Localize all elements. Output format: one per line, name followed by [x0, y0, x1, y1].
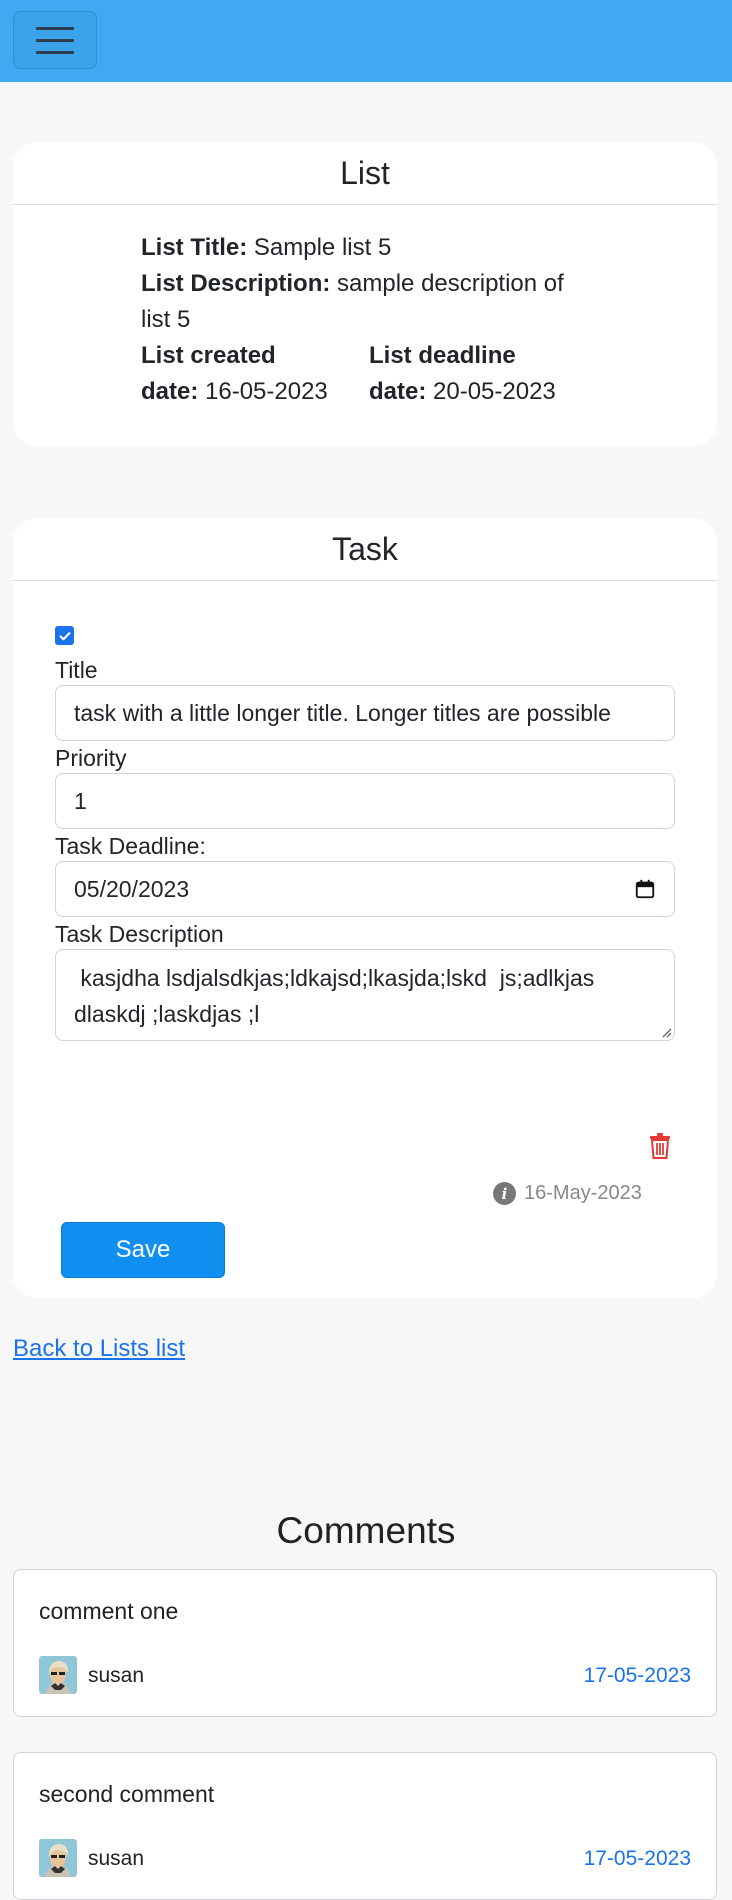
- hamburger-icon-bar: [36, 26, 74, 30]
- task-card-header: Task: [13, 518, 717, 581]
- task-created-meta: i 16-May-2023: [493, 1182, 642, 1205]
- comment-date[interactable]: 17-05-2023: [584, 1664, 691, 1688]
- comment-text: comment one: [39, 1598, 179, 1624]
- comment-card: second comment susan 17-05-2023: [13, 1752, 717, 1900]
- comment-text: second comment: [39, 1781, 215, 1807]
- list-card-header: List: [13, 142, 717, 205]
- list-deadline-value: 20-05-2023: [433, 378, 556, 405]
- task-created-date: 16-May-2023: [524, 1182, 642, 1204]
- list-created-value: 16-05-2023: [205, 378, 328, 405]
- list-created-date: List created date: 16-05-2023: [141, 338, 331, 410]
- list-deadline-date: List deadline date: 20-05-2023: [369, 338, 559, 410]
- list-card: List List Title: Sample list 5 List Desc…: [13, 142, 717, 446]
- trash-icon[interactable]: [649, 1132, 671, 1160]
- task-completed-checkbox[interactable]: [55, 626, 74, 645]
- list-deadline-label: List deadline: [369, 342, 516, 369]
- info-icon[interactable]: i: [493, 1182, 516, 1205]
- task-priority-input[interactable]: 1: [55, 773, 675, 829]
- checkmark-icon: [59, 631, 70, 640]
- list-title-row: List Title: Sample list 5: [141, 230, 581, 266]
- comment-card: comment one susan 17-05-2023: [13, 1569, 717, 1717]
- comment-author: susan: [88, 1847, 145, 1870]
- list-deadline-label-suffix: date:: [369, 378, 427, 405]
- comment-date[interactable]: 17-05-2023: [584, 1847, 691, 1871]
- comment-author: susan: [88, 1664, 145, 1687]
- task-description-textarea[interactable]: kasjdha lsdjalsdkjas;ldkajsd;lkasjda;lsk…: [55, 949, 675, 1041]
- calendar-icon[interactable]: [634, 878, 656, 900]
- list-title-value: Sample list 5: [253, 234, 392, 261]
- task-title-input[interactable]: task with a little longer title. Longer …: [55, 685, 675, 741]
- task-deadline-label: Task Deadline:: [55, 833, 206, 859]
- task-title-label: Title: [55, 657, 98, 683]
- task-priority-label: Priority: [55, 745, 127, 771]
- navbar: [0, 0, 732, 82]
- list-dates: List created date: 16-05-2023 List deadl…: [141, 338, 581, 410]
- resize-handle-icon[interactable]: [660, 1026, 672, 1038]
- hamburger-icon-bar: [36, 38, 74, 42]
- task-card: Task Title task with a little longer tit…: [13, 518, 717, 1298]
- back-to-lists-link[interactable]: Back to Lists list: [13, 1335, 185, 1363]
- avatar: [39, 1839, 77, 1877]
- hamburger-icon-bar: [36, 50, 74, 54]
- comments-heading: Comments: [276, 1510, 456, 1551]
- list-title-label: List Title:: [141, 234, 248, 261]
- task-description-value: kasjdha lsdjalsdkjas;ldkajsd;lkasjda;lsk…: [74, 965, 601, 1027]
- list-description-row: List Description: sample description of …: [141, 266, 581, 338]
- task-description-label: Task Description: [55, 921, 224, 947]
- list-created-label-suffix: date:: [141, 378, 199, 405]
- task-form: Title task with a little longer title. L…: [55, 626, 675, 1041]
- task-deadline-value: 05/20/2023: [74, 875, 190, 902]
- hamburger-menu-button[interactable]: [13, 11, 97, 69]
- task-deadline-input[interactable]: 05/20/2023: [55, 861, 675, 917]
- list-description-label: List Description:: [141, 270, 331, 297]
- list-details: List Title: Sample list 5 List Descripti…: [141, 230, 581, 410]
- save-button[interactable]: Save: [61, 1222, 225, 1278]
- list-created-label: List created: [141, 342, 276, 369]
- avatar: [39, 1656, 77, 1694]
